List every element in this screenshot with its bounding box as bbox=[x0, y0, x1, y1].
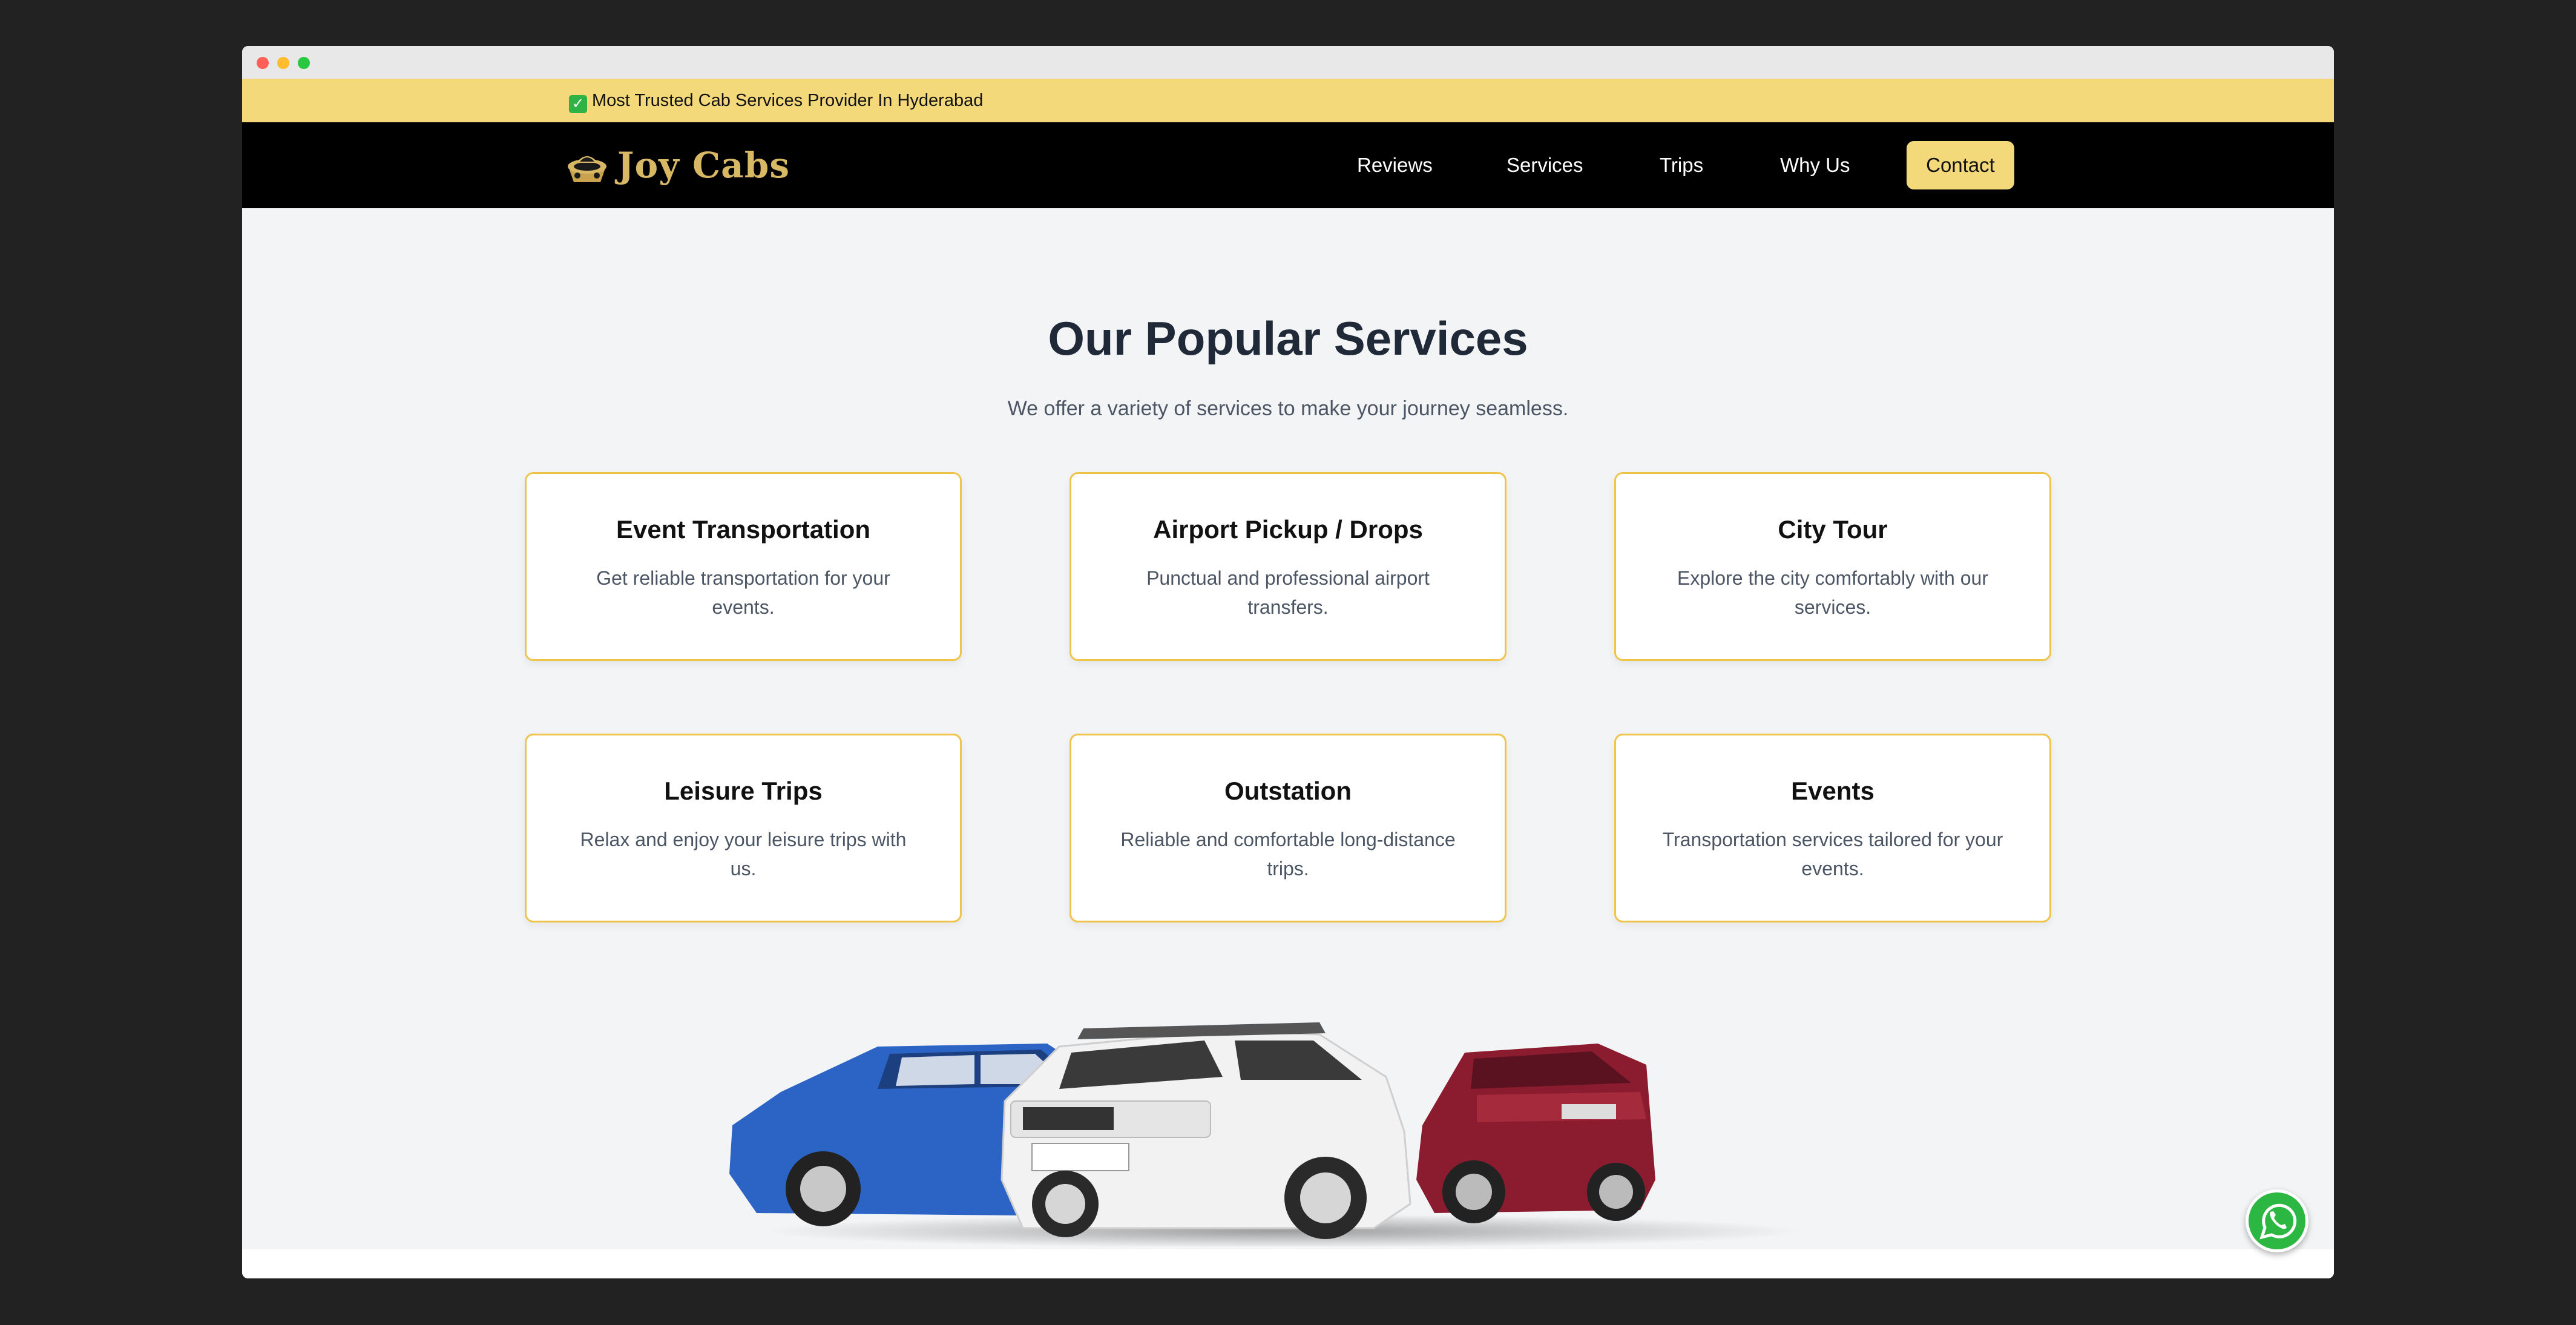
service-card[interactable]: City Tour Explore the city comfortably w… bbox=[1614, 472, 2051, 661]
white-suv-shape bbox=[1000, 1022, 1411, 1239]
close-window-button[interactable] bbox=[257, 57, 269, 69]
service-card-description: Reliable and comfortable long-distance t… bbox=[1120, 829, 1456, 879]
cars-image bbox=[729, 1022, 1804, 1246]
service-card-description: Get reliable transportation for your eve… bbox=[596, 567, 890, 618]
service-card[interactable]: Leisure Trips Relax and enjoy your leisu… bbox=[525, 734, 962, 922]
red-car-shape bbox=[1416, 1044, 1655, 1223]
cab-logo-icon bbox=[568, 156, 606, 182]
service-card-title: Event Transportation bbox=[616, 515, 871, 544]
announcement-text: Most Trusted Cab Services Provider In Hy… bbox=[592, 91, 984, 110]
services-section: Our Popular Services We offer a variety … bbox=[242, 208, 2334, 1249]
service-card-description: Relax and enjoy your leisure trips with … bbox=[580, 829, 907, 879]
service-card[interactable]: Airport Pickup / Drops Punctual and prof… bbox=[1070, 472, 1506, 661]
section-title: Our Popular Services bbox=[1048, 312, 1528, 365]
service-card-title: Outstation bbox=[1224, 777, 1352, 805]
contact-button[interactable]: Contact bbox=[1907, 141, 2014, 189]
whatsapp-button[interactable] bbox=[2246, 1189, 2308, 1252]
logo[interactable]: Joy Cabs bbox=[563, 139, 790, 191]
service-card[interactable]: Events Transportation services tailored … bbox=[1614, 734, 2051, 922]
page-bottom bbox=[242, 1249, 2334, 1278]
announcement-bar: ✓ Most Trusted Cab Services Provider In H… bbox=[242, 79, 2334, 122]
section-subtitle: We offer a variety of services to make y… bbox=[1007, 397, 1569, 420]
service-card[interactable]: Outstation Reliable and comfortable long… bbox=[1070, 734, 1506, 922]
nav-link-reviews[interactable]: Reviews bbox=[1357, 122, 1433, 208]
service-card-description: Transportation services tailored for you… bbox=[1662, 829, 2003, 879]
nav-link-why-us[interactable]: Why Us bbox=[1780, 122, 1850, 208]
navbar: Joy Cabs Reviews Services Trips Why Us C… bbox=[242, 122, 2334, 208]
service-card-title: City Tour bbox=[1778, 515, 1888, 544]
service-card-title: Airport Pickup / Drops bbox=[1153, 515, 1423, 544]
window-titlebar bbox=[242, 46, 2334, 79]
maximize-window-button[interactable] bbox=[298, 57, 310, 69]
service-card-description: Explore the city comfortably with our se… bbox=[1677, 567, 1988, 618]
check-mark-icon: ✓ bbox=[569, 95, 587, 113]
brand-name: Joy Cabs bbox=[617, 145, 790, 186]
minimize-window-button[interactable] bbox=[277, 57, 289, 69]
announcement: ✓ Most Trusted Cab Services Provider In H… bbox=[569, 79, 983, 122]
nav-link-trips[interactable]: Trips bbox=[1660, 122, 1703, 208]
service-card-description: Punctual and professional airport transf… bbox=[1146, 567, 1430, 618]
service-card-title: Events bbox=[1791, 777, 1874, 805]
nav-link-services[interactable]: Services bbox=[1506, 122, 1583, 208]
whatsapp-icon bbox=[2259, 1203, 2297, 1240]
browser-window: ✓ Most Trusted Cab Services Provider In H… bbox=[242, 46, 2334, 1278]
service-card-title: Leisure Trips bbox=[664, 777, 823, 805]
service-card[interactable]: Event Transportation Get reliable transp… bbox=[525, 472, 962, 661]
